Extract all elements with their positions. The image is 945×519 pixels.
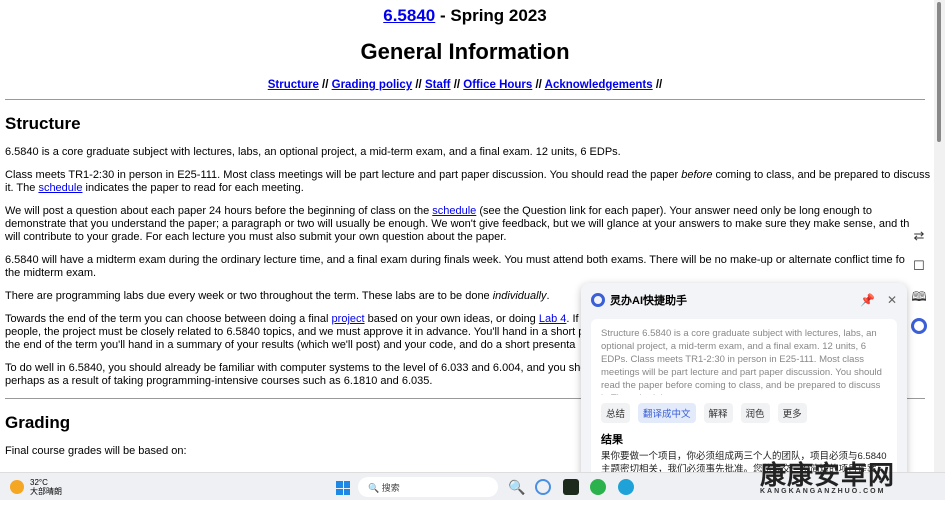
chat-icon[interactable]: ☐ xyxy=(908,258,930,288)
sep: // xyxy=(652,79,663,91)
search-app-icon[interactable]: 🔍 xyxy=(508,479,525,495)
watermark-logo: 康康安卓网 KANGKANGANZHUO.COM xyxy=(760,460,896,495)
nav-office-hours[interactable]: Office Hours xyxy=(463,79,532,91)
app-icon[interactable] xyxy=(535,479,551,495)
nav-structure[interactable]: Structure xyxy=(268,79,319,91)
polish-button[interactable]: 润色 xyxy=(740,403,770,423)
nav-acknowledgements[interactable]: Acknowledgements xyxy=(545,79,653,91)
pin-icon[interactable]: 📌 xyxy=(860,293,875,307)
lab4-link[interactable]: Lab 4 xyxy=(539,313,567,325)
course-link[interactable]: 6.5840 xyxy=(383,6,435,25)
summarize-button[interactable]: 总结 xyxy=(601,403,631,423)
ai-assistant-panel: 灵办AI快捷助手 📌 ✕ Structure 6.5840 is a core … xyxy=(581,283,907,519)
side-toolbar: ⇄ ☐ 🕮 xyxy=(908,228,930,348)
translate-icon[interactable]: ⇄ xyxy=(908,228,930,258)
paragraph: 6.5840 is a core graduate subject with l… xyxy=(5,146,621,158)
nav-staff[interactable]: Staff xyxy=(425,79,451,91)
temperature: 32°C xyxy=(30,477,48,487)
wechat-icon[interactable] xyxy=(590,479,606,495)
sep: // xyxy=(532,79,545,91)
explain-button[interactable]: 解释 xyxy=(703,403,733,423)
taskbar-search[interactable]: 🔍 搜索 xyxy=(358,477,498,497)
heading-suffix: - Spring 2023 xyxy=(435,6,547,25)
assistant-logo-icon xyxy=(591,293,605,307)
sep: // xyxy=(412,79,425,91)
structure-heading: Structure xyxy=(5,114,81,133)
paragraph: We will post a question about each paper… xyxy=(5,205,910,243)
scrollbar-thumb[interactable] xyxy=(937,2,941,142)
start-button[interactable] xyxy=(336,481,350,495)
weather-widget[interactable]: 32°C 大部晴朗 xyxy=(10,478,62,496)
result-label: 结果 xyxy=(601,434,623,446)
panel-title: 灵办AI快捷助手 xyxy=(610,295,687,307)
search-placeholder: 搜索 xyxy=(381,483,400,493)
sep: // xyxy=(318,79,332,91)
weather-icon xyxy=(10,479,24,494)
translate-button[interactable]: 翻译成中文 xyxy=(638,403,696,423)
schedule-link[interactable]: schedule xyxy=(432,205,476,217)
divider xyxy=(5,99,925,100)
pycharm-icon[interactable] xyxy=(563,479,579,495)
close-icon[interactable]: ✕ xyxy=(887,293,897,307)
sep: // xyxy=(450,79,464,91)
weather-text: 大部晴朗 xyxy=(30,486,62,496)
assistant-logo-icon[interactable] xyxy=(908,318,930,348)
source-text: Structure 6.5840 is a core graduate subj… xyxy=(601,328,882,395)
section-nav: Structure // Grading policy // Staff // … xyxy=(5,79,925,91)
schedule-link[interactable]: schedule xyxy=(38,182,82,194)
book-icon[interactable]: 🕮 xyxy=(908,288,930,318)
paragraph: 6.5840 will have a midterm exam during t… xyxy=(5,254,905,279)
page-heading: 6.5840 - Spring 2023 xyxy=(5,6,925,26)
paragraph: Class meets TR1-2:30 in person in E25-11… xyxy=(5,169,930,194)
edge-icon[interactable] xyxy=(618,479,634,495)
scrollbar[interactable] xyxy=(934,0,945,472)
nav-grading[interactable]: Grading policy xyxy=(332,79,413,91)
more-button[interactable]: 更多 xyxy=(777,403,807,423)
project-link[interactable]: project xyxy=(332,313,365,325)
page-title: General Information xyxy=(360,39,570,64)
